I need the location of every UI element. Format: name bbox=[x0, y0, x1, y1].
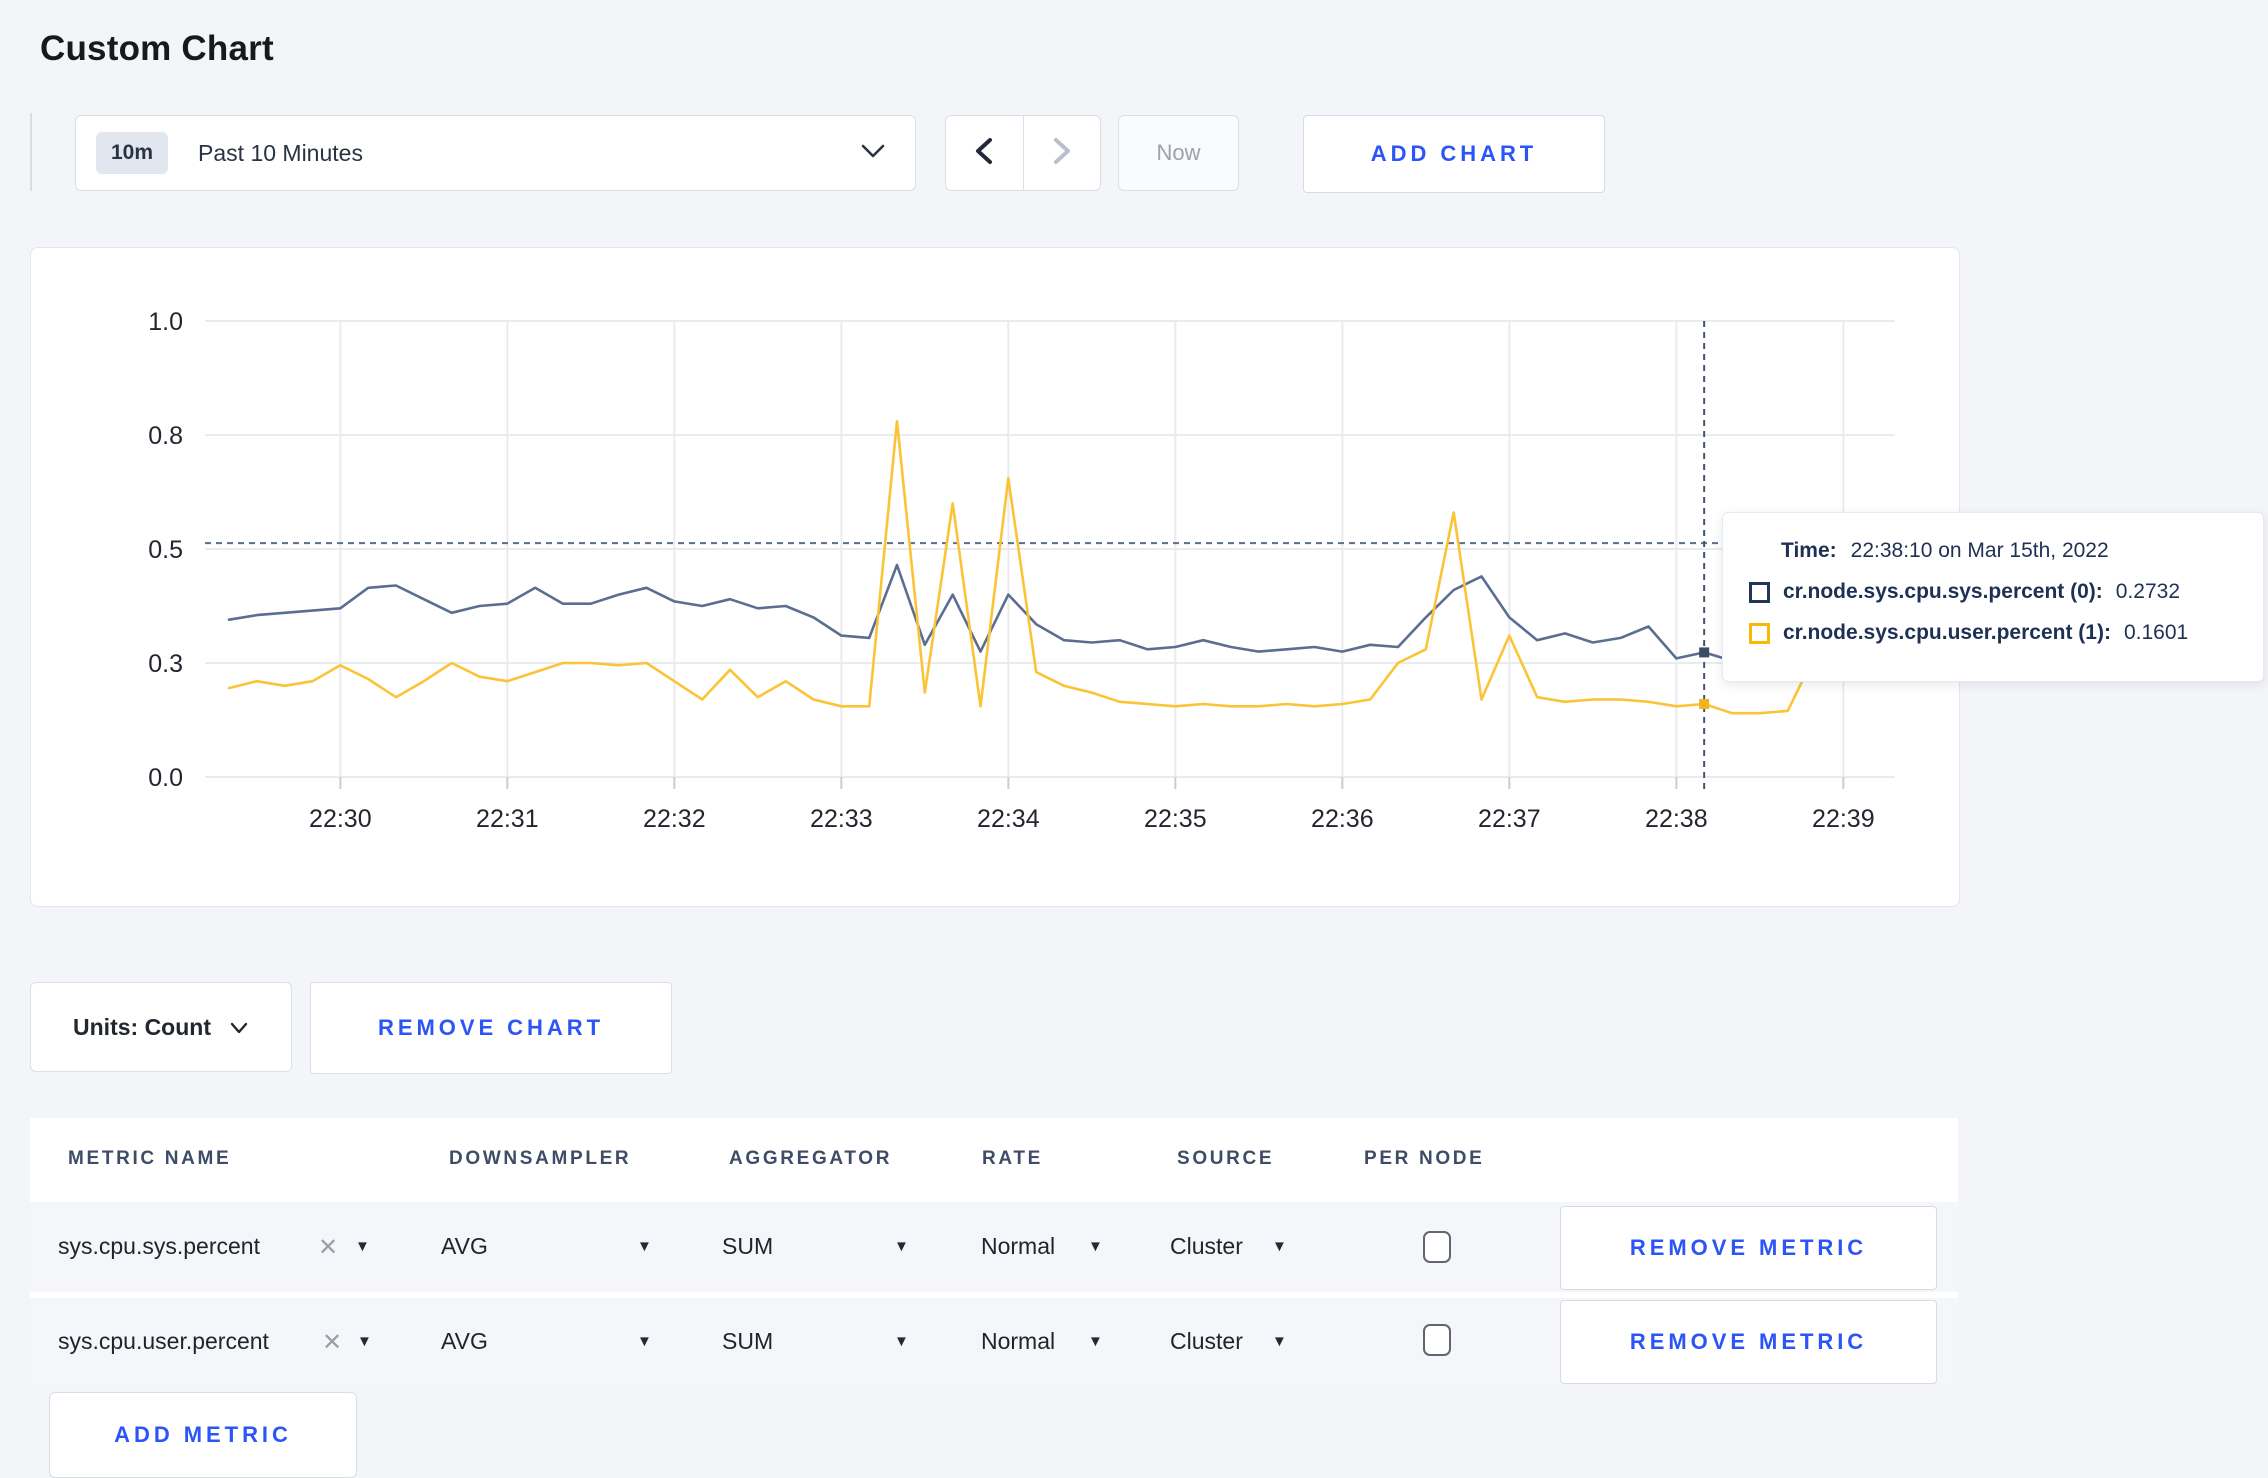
caret-down-icon[interactable]: ▼ bbox=[637, 1333, 652, 1350]
caret-down-icon[interactable]: ▼ bbox=[1088, 1333, 1103, 1350]
per-node-checkbox[interactable] bbox=[1423, 1324, 1451, 1356]
chevron-right-icon bbox=[1051, 136, 1073, 171]
remove-x-icon[interactable]: ✕ bbox=[322, 1328, 342, 1357]
chevron-left-icon bbox=[973, 136, 995, 171]
tooltip-series-sys-value: 0.2732 bbox=[2115, 580, 2181, 603]
tooltip-series-user-value: 0.1601 bbox=[2123, 621, 2189, 644]
time-range-label: Past 10 Minutes bbox=[198, 139, 363, 166]
series-swatch-sys-icon bbox=[1749, 581, 1770, 603]
remove-x-icon[interactable]: ✕ bbox=[318, 1233, 338, 1262]
aggregator-select[interactable]: SUM bbox=[722, 1328, 773, 1355]
tooltip-time-label: Time: bbox=[1781, 539, 1837, 562]
custom-chart-page: { "page": { "title": "Custom Chart" }, "… bbox=[0, 0, 2268, 1478]
now-button[interactable]: Now bbox=[1118, 115, 1239, 191]
prev-time-button[interactable] bbox=[946, 116, 1024, 190]
page-title: Custom Chart bbox=[40, 29, 274, 69]
caret-down-icon[interactable]: ▼ bbox=[894, 1238, 909, 1255]
caret-down-icon[interactable]: ▼ bbox=[1272, 1333, 1287, 1350]
tooltip-series-user-label: cr.node.sys.cpu.user.percent (1): bbox=[1783, 621, 2111, 644]
remove-metric-button[interactable]: REMOVE METRIC bbox=[1560, 1206, 1937, 1290]
add-chart-label: ADD CHART bbox=[1370, 141, 1538, 166]
downsampler-select[interactable]: AVG bbox=[441, 1328, 488, 1355]
add-metric-button[interactable]: ADD METRIC bbox=[49, 1392, 357, 1478]
caret-down-icon[interactable]: ▼ bbox=[1088, 1238, 1103, 1255]
next-time-button[interactable] bbox=[1024, 116, 1101, 190]
remove-chart-label: REMOVE CHART bbox=[378, 1015, 604, 1040]
column-header-aggregator: AGGREGATOR bbox=[729, 1148, 893, 1169]
per-node-checkbox[interactable] bbox=[1423, 1231, 1451, 1263]
column-header-metric-name: METRIC NAME bbox=[68, 1148, 232, 1169]
units-select[interactable]: Units: Count bbox=[30, 982, 292, 1072]
column-header-rate: RATE bbox=[982, 1148, 1043, 1169]
caret-down-icon[interactable]: ▼ bbox=[637, 1238, 652, 1255]
caret-down-icon[interactable]: ▼ bbox=[355, 1238, 370, 1255]
metric-name-value[interactable]: sys.cpu.user.percent bbox=[58, 1328, 269, 1355]
time-range-badge: 10m bbox=[96, 132, 169, 174]
add-chart-button[interactable]: ADD CHART bbox=[1303, 115, 1605, 193]
remove-metric-label: REMOVE METRIC bbox=[1629, 1329, 1868, 1354]
column-header-downsampler: DOWNSAMPLER bbox=[449, 1148, 632, 1169]
caret-down-icon[interactable]: ▼ bbox=[357, 1333, 372, 1350]
time-nav-group bbox=[945, 115, 1101, 191]
remove-metric-label: REMOVE METRIC bbox=[1629, 1235, 1868, 1260]
downsampler-select[interactable]: AVG bbox=[441, 1233, 488, 1260]
source-select[interactable]: Cluster bbox=[1170, 1328, 1243, 1355]
rate-select[interactable]: Normal bbox=[981, 1328, 1055, 1355]
caret-down-icon[interactable]: ▼ bbox=[1272, 1238, 1287, 1255]
aggregator-select[interactable]: SUM bbox=[722, 1233, 773, 1260]
remove-chart-button[interactable]: REMOVE CHART bbox=[310, 982, 672, 1074]
rate-select[interactable]: Normal bbox=[981, 1233, 1055, 1260]
chevron-down-icon bbox=[229, 1014, 249, 1041]
series-swatch-user-icon bbox=[1749, 622, 1770, 644]
tooltip-time-value: 22:38:10 on Mar 15th, 2022 bbox=[1850, 539, 2109, 562]
metric-name-value[interactable]: sys.cpu.sys.percent bbox=[58, 1233, 260, 1260]
column-header-source: SOURCE bbox=[1177, 1148, 1275, 1169]
chart-tooltip: Time: 22:38:10 on Mar 15th, 2022 cr.node.… bbox=[1722, 512, 2264, 682]
source-select[interactable]: Cluster bbox=[1170, 1233, 1243, 1260]
chevron-down-icon bbox=[859, 142, 887, 165]
column-header-per-node: PER NODE bbox=[1364, 1148, 1485, 1169]
tooltip-series-sys-label: cr.node.sys.cpu.sys.percent (0): bbox=[1783, 580, 2103, 603]
remove-metric-button[interactable]: REMOVE METRIC bbox=[1560, 1300, 1937, 1384]
chart-card bbox=[30, 247, 1960, 907]
caret-down-icon[interactable]: ▼ bbox=[894, 1333, 909, 1350]
time-range-select[interactable]: 10m Past 10 Minutes bbox=[75, 115, 916, 191]
divider bbox=[30, 113, 32, 191]
add-metric-label: ADD METRIC bbox=[114, 1422, 292, 1447]
units-label: Units: Count bbox=[73, 1013, 211, 1040]
now-button-label: Now bbox=[1156, 140, 1201, 165]
